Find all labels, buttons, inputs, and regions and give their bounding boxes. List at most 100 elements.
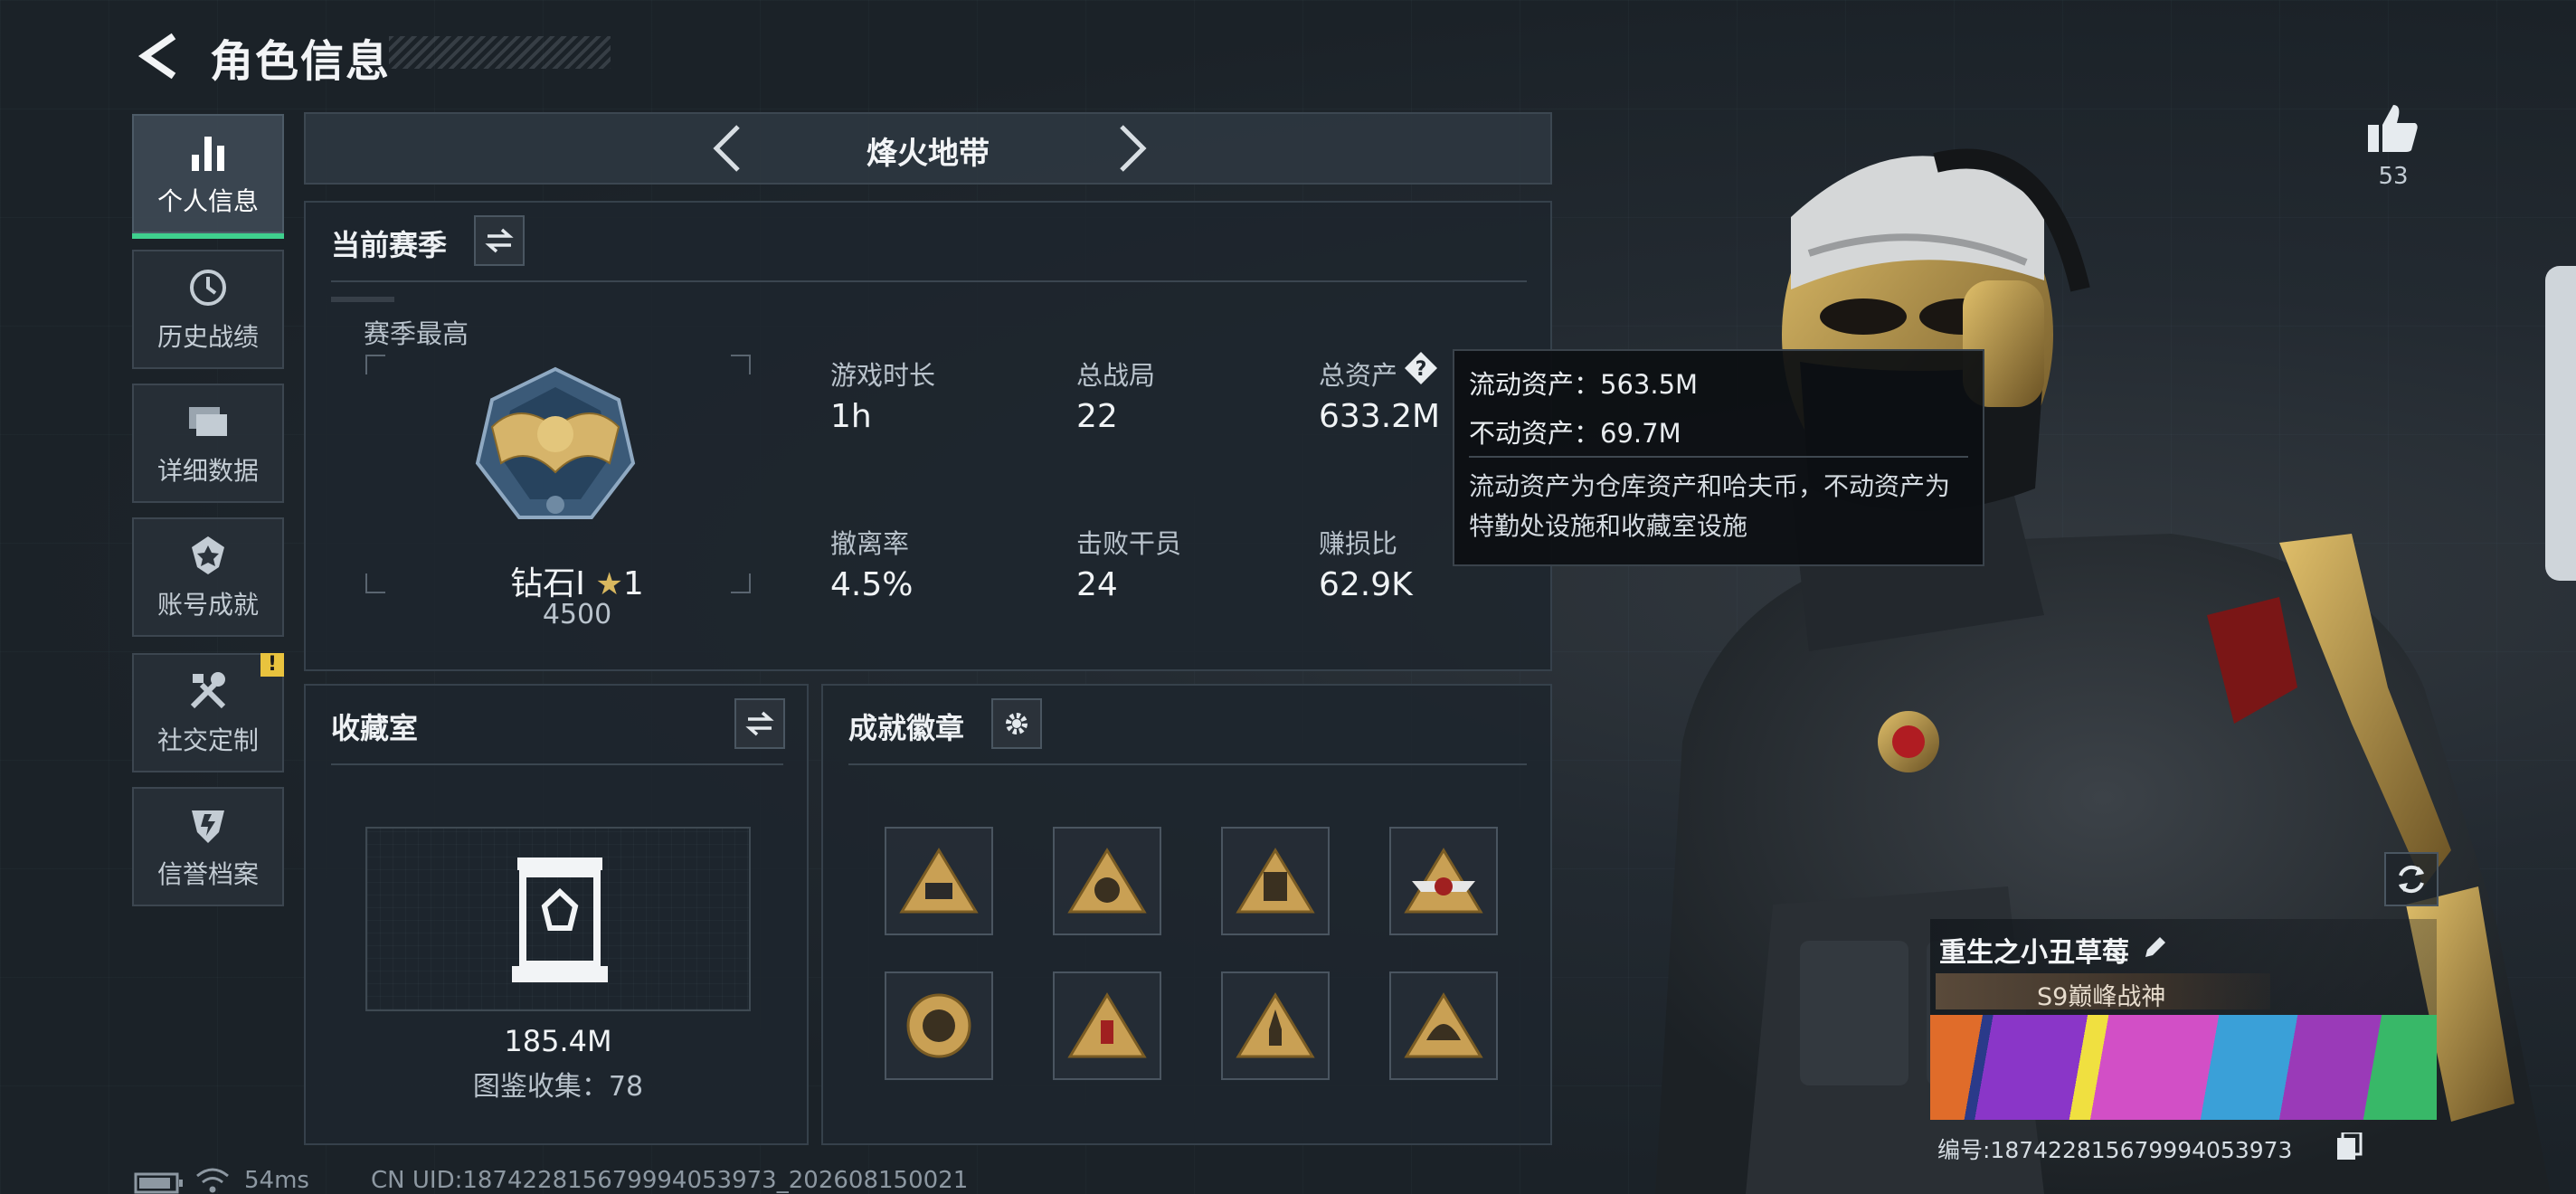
rank-points: 4500 (542, 599, 612, 630)
stat-extract-rate-value: 4.5% (830, 566, 914, 603)
season-best-label: 赛季最高 (364, 318, 469, 349)
collection-panel: 收藏室 185.4M 图鉴收集：78 (304, 684, 809, 1145)
rank-name: 钻石I (510, 565, 585, 602)
tooltip-divider (1469, 456, 1968, 458)
badge-helmet-icon (1404, 992, 1483, 1058)
achievement-badge-s9[interactable] (1389, 827, 1498, 935)
star-icon: ★ (595, 566, 623, 602)
nav-item-label: 信誉档案 (156, 859, 259, 889)
divider (848, 763, 1527, 765)
bar-chart-icon (185, 129, 231, 175)
cn-uid: CN UID:187422815679994053973_20260815002… (371, 1167, 969, 1194)
badge-s5-icon (1067, 848, 1147, 914)
operator-title: S9巅峰战神 (2037, 983, 2166, 1011)
achievement-badge-circle[interactable] (885, 971, 993, 1080)
frame-corner (731, 355, 751, 374)
badge-circle-icon (906, 993, 971, 1058)
nav-item-credit-file[interactable]: 信誉档案 (132, 787, 284, 906)
battery-icon (134, 1172, 183, 1194)
like-button[interactable]: 53 (2357, 101, 2429, 206)
stat-kills-value: 24 (1076, 566, 1118, 603)
like-count: 53 (2378, 163, 2409, 190)
achievement-icon (185, 533, 231, 578)
season-switch-button[interactable] (474, 215, 525, 266)
nav-item-achievements[interactable]: 账号成就 (132, 517, 284, 637)
divider (331, 763, 783, 765)
collection-preview[interactable] (365, 827, 751, 1011)
achievement-badge-s5[interactable] (1053, 827, 1161, 935)
achievement-badge-helmet[interactable] (1389, 971, 1498, 1080)
stat-extract-rate-label: 撤离率 (830, 528, 910, 559)
back-arrow-icon[interactable] (136, 31, 181, 81)
swap-icon (745, 711, 774, 736)
achievement-badge-card[interactable] (1221, 827, 1330, 935)
gear-icon (1006, 713, 1028, 734)
thumbs-up-icon (2368, 105, 2418, 152)
notification-badge: ! (260, 653, 284, 677)
collection-value: 185.4M (504, 1024, 612, 1058)
folders-icon (185, 399, 231, 444)
nav-item-label: 社交定制 (156, 725, 259, 755)
nav-item-label: 历史战绩 (156, 322, 259, 352)
name-card-banner[interactable] (1930, 1015, 2437, 1120)
stat-total-matches-value: 22 (1076, 398, 1118, 435)
nav-item-social-custom[interactable]: 社交定制 ! (132, 653, 284, 772)
nav-item-label: 账号成就 (156, 590, 259, 620)
nav-item-label: 个人信息 (156, 186, 259, 216)
collection-panel-title: 收藏室 (331, 711, 419, 745)
catalog-count: 图鉴收集：78 (472, 1071, 644, 1103)
badge-supply-icon (1067, 992, 1147, 1058)
stat-total-assets-label: 总资产 (1319, 360, 1398, 391)
badge-settings-button[interactable] (991, 698, 1042, 749)
stat-total-matches-label: 总战局 (1076, 360, 1156, 391)
divider (331, 280, 1527, 282)
network-latency: 54ms (244, 1167, 309, 1194)
side-drawer-handle[interactable] (2545, 266, 2576, 581)
chevron-right-icon (1120, 125, 1147, 172)
badge-rocket-icon (1236, 992, 1315, 1058)
stat-profit-ratio-value: 62.9K (1319, 566, 1413, 603)
history-icon (185, 265, 231, 310)
stat-play-time-value: 1h (830, 398, 872, 435)
svg-text:?: ? (1416, 358, 1427, 381)
title-decoration (389, 36, 611, 69)
diamond-rank-emblem-icon (475, 366, 636, 519)
nav-item-personal-info[interactable]: 个人信息 (132, 114, 284, 239)
stat-total-assets-value: 633.2M (1319, 398, 1441, 435)
achievement-badges-panel: 成就徽章 (821, 684, 1552, 1145)
stat-play-time-label: 游戏时长 (830, 360, 936, 391)
assets-tooltip: 流动资产：563.5M 不动资产：69.7M 流动资产为仓库资产和哈夫币，不动资… (1453, 349, 1984, 566)
mode-title: 烽火地带 (867, 136, 990, 172)
nav-item-history[interactable]: 历史战绩 (132, 250, 284, 369)
collection-switch-button[interactable] (734, 698, 785, 749)
decor-bar (331, 297, 394, 302)
mode-selector: 烽火地带 (304, 112, 1552, 185)
nav-item-label: 详细数据 (156, 456, 259, 486)
help-icon[interactable]: ? (1404, 351, 1438, 385)
achievement-badge-rocket[interactable] (1221, 971, 1330, 1080)
refresh-icon (2399, 865, 2424, 894)
season-panel-title: 当前赛季 (331, 228, 448, 262)
tooltip-fixed-assets: 不动资产：69.7M (1469, 418, 1681, 449)
rank-stars: 1 (622, 565, 644, 602)
achievement-badge-s4[interactable] (885, 827, 993, 935)
operator-name: 重生之小丑草莓 (1939, 937, 2129, 969)
nav-item-detailed-data[interactable]: 详细数据 (132, 384, 284, 503)
mode-next-button[interactable] (1105, 121, 1160, 175)
rank-line: 钻石I ★1 (306, 557, 848, 604)
credit-shield-icon (185, 802, 231, 848)
operator-name-card: 重生之小丑草莓 S9巅峰战神 编号:187422815679994053973 (1930, 919, 2437, 1163)
season-panel: 当前赛季 赛季最高 钻石I ★1 4500 游戏时长 1h 总战局 22 总资产… (304, 201, 1552, 671)
achievement-badge-supply[interactable] (1053, 971, 1161, 1080)
page-title: 角色信息 (210, 36, 392, 87)
badge-s4-icon (899, 848, 979, 914)
tooltip-description: 流动资产为仓库资产和哈夫币，不动资产为特勤处设施和收藏室设施 (1469, 471, 1951, 541)
operator-id: 编号:187422815679994053973 (1937, 1137, 2293, 1163)
edit-pencil-icon[interactable] (2142, 933, 2169, 961)
display-case-icon (512, 858, 608, 982)
badge-card-icon (1236, 848, 1315, 914)
rotate-model-button[interactable] (2384, 852, 2439, 906)
stat-profit-ratio-label: 赚损比 (1319, 528, 1398, 559)
copy-icon[interactable] (2337, 1132, 2363, 1160)
badge-s9-icon (1404, 848, 1483, 914)
